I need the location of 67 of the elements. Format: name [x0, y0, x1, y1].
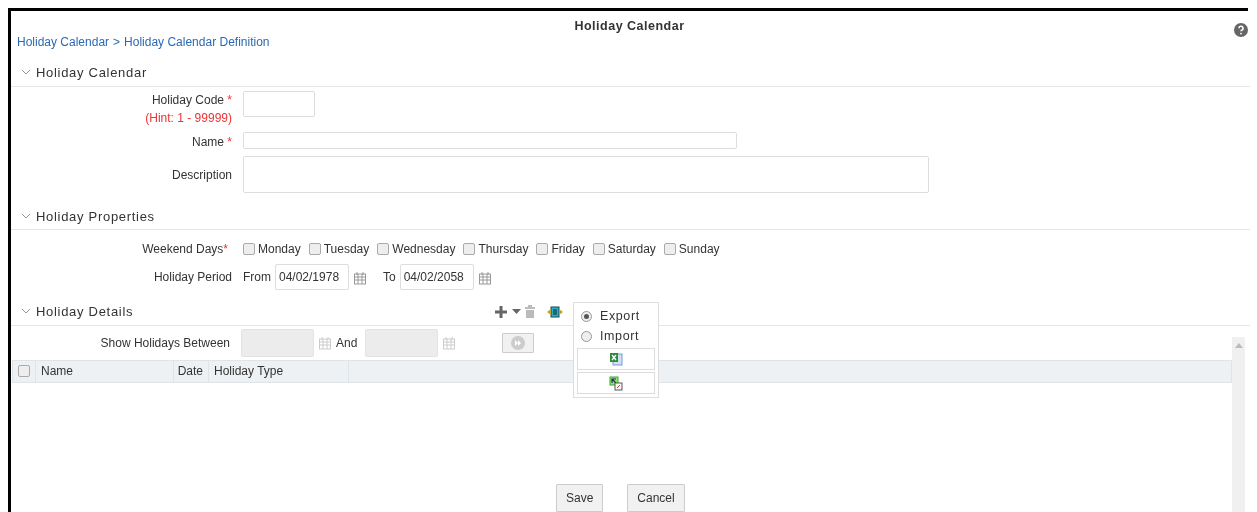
select-all-checkbox[interactable] [18, 365, 30, 377]
field-label: Holiday Code [151, 92, 224, 107]
breadcrumb-link[interactable]: Holiday Calendar [17, 35, 110, 49]
input-field[interactable] [243, 90, 315, 117]
checkbox[interactable] [592, 243, 605, 255]
upload-file-button[interactable] [577, 372, 655, 394]
required-mark: * [227, 134, 232, 149]
checkbox-label: Friday [551, 241, 585, 258]
scrollbar[interactable] [1232, 337, 1245, 512]
radio-button[interactable] [581, 330, 592, 342]
date-field[interactable]: 04/02/2058 [399, 264, 474, 290]
checkbox[interactable] [463, 243, 476, 255]
required-mark: * [223, 242, 228, 256]
field-label: Weekend Days [142, 242, 224, 256]
field-label: Name [191, 134, 224, 149]
calendar-icon[interactable] [353, 270, 367, 285]
input-field[interactable] [243, 131, 737, 149]
radio-label: Import [600, 327, 640, 345]
help-icon[interactable] [1234, 22, 1248, 37]
hint-text: (Hint: 1 - 99999) [144, 109, 232, 127]
fast-forward-icon [511, 335, 526, 350]
text-area[interactable] [243, 155, 929, 193]
checkbox[interactable] [377, 243, 390, 255]
calendar-icon[interactable] [477, 270, 492, 285]
checkbox-label: Monday [258, 241, 301, 258]
checkbox-label: Saturday [607, 241, 656, 258]
add-button[interactable] [494, 304, 509, 319]
checkbox-label: Wednesday [392, 241, 456, 258]
export-import-icon[interactable] [547, 305, 564, 318]
filter-label: Show Holidays Between [99, 334, 231, 352]
chevron-icon[interactable] [21, 308, 31, 316]
action-button[interactable]: Cancel [627, 484, 685, 512]
calendar-icon[interactable] [442, 336, 457, 351]
spreadsheet-button[interactable] [577, 348, 655, 370]
action-button[interactable]: Save [556, 484, 604, 512]
breadcrumb-separator: > [113, 35, 121, 49]
checkbox[interactable] [663, 243, 676, 255]
section-title: Holiday Details [36, 303, 134, 321]
caret-icon[interactable] [512, 309, 522, 315]
chevron-icon[interactable] [21, 212, 31, 220]
and-label: And [336, 334, 358, 352]
checkbox[interactable] [308, 243, 321, 255]
radio-label: Export [600, 307, 640, 325]
checkbox[interactable] [243, 243, 255, 255]
column-header[interactable]: Date [174, 360, 209, 382]
checkbox-label: Thursday [478, 241, 529, 258]
spreadsheet-icon [609, 352, 623, 367]
column-header[interactable]: Holiday Type [209, 360, 349, 382]
breadcrumb-link[interactable]: Holiday Calendar Definition [124, 35, 270, 49]
date-field[interactable]: 04/02/1978 [275, 264, 349, 290]
checkbox-label: Tuesday [323, 241, 370, 258]
section-title: Holiday Calendar [36, 64, 147, 82]
checkbox[interactable] [536, 243, 549, 255]
column-header[interactable]: Name [36, 360, 174, 382]
required-mark: * [227, 92, 232, 107]
field-label: Description [171, 167, 232, 182]
from-label: From [243, 269, 271, 286]
chevron-icon[interactable] [21, 69, 31, 77]
scroll-up-icon[interactable] [1235, 343, 1243, 348]
page-title: Holiday Calendar [573, 18, 686, 33]
upload-file-icon [609, 375, 623, 391]
field-label: Holiday Period [152, 269, 233, 286]
calendar-icon[interactable] [318, 336, 332, 351]
to-label: To [383, 269, 396, 286]
checkbox-label: Sunday [678, 241, 720, 258]
radio-button[interactable] [581, 310, 592, 322]
section-title: Holiday Properties [36, 207, 155, 226]
